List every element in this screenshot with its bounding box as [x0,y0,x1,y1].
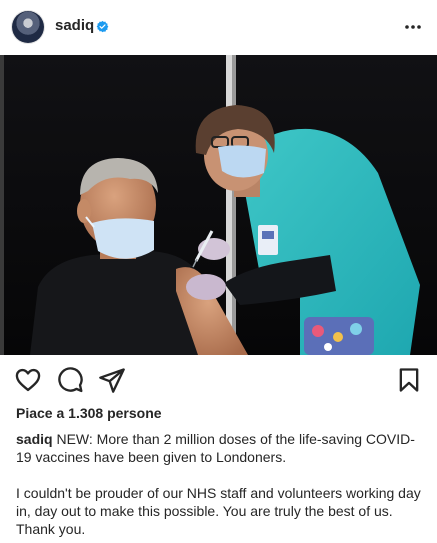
comment-icon[interactable] [56,366,84,394]
caption-text: NEW: More than 2 million doses of the li… [16,431,415,465]
bookmark-icon[interactable] [395,366,423,394]
heart-icon[interactable] [14,366,42,394]
caption-second-paragraph: I couldn't be prouder of our NHS staff a… [16,485,421,537]
share-icon[interactable] [98,366,126,394]
post-username[interactable]: sadiq [55,17,94,34]
avatar[interactable] [12,11,44,43]
caption-username[interactable]: sadiq [16,431,53,447]
post-header: sadiq [0,0,437,55]
more-options-icon[interactable] [403,17,423,37]
caption-first-paragraph: sadiq NEW: More than 2 million doses of … [16,430,421,466]
post-caption: sadiq NEW: More than 2 million doses of … [16,430,421,538]
likes-count[interactable]: Piace a 1.308 persone [16,405,162,421]
verified-badge-icon [96,20,109,33]
vaccination-photo [0,55,437,355]
action-bar [0,355,437,405]
post-image[interactable] [0,55,437,355]
